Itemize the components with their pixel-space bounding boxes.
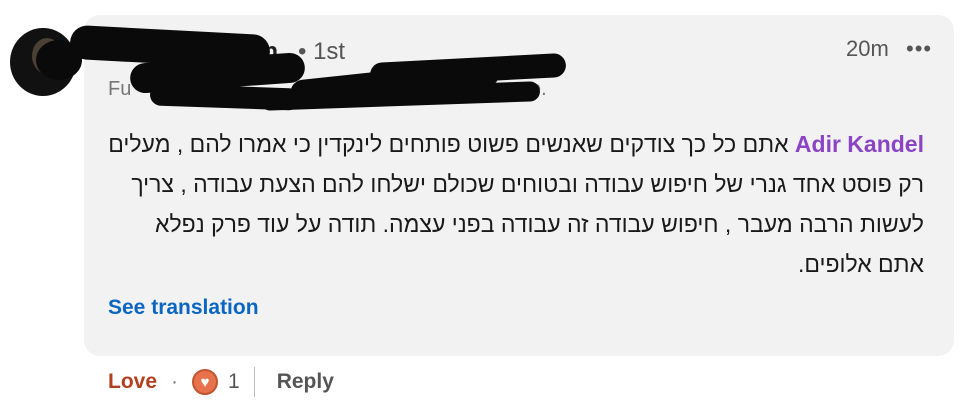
comment-text: Adir Kandel אתם כל כך צודקים שאנשים פשוט…	[108, 124, 924, 284]
author-headline: Fu	[108, 78, 132, 100]
redaction-mark	[36, 40, 82, 80]
reply-button[interactable]: Reply	[277, 370, 334, 394]
mention-link[interactable]: Adir Kandel	[795, 131, 924, 157]
separator-dot: ·	[171, 370, 179, 393]
more-options-icon[interactable]: •••	[906, 36, 932, 62]
reaction-count[interactable]: 1	[228, 370, 240, 394]
see-translation-link[interactable]: See translation	[108, 296, 259, 320]
heart-reaction-icon[interactable]: ♥	[192, 369, 219, 395]
comment-container: ion • 1st Fu e. 20m ••• Adir Kandel אתם …	[0, 0, 966, 412]
connection-degree: • 1st	[298, 38, 346, 65]
divider	[253, 367, 255, 397]
love-button[interactable]: Love	[108, 370, 157, 394]
comment-actions: Love · ♥ 1 Reply	[108, 366, 334, 398]
timestamp: 20m	[846, 36, 889, 61]
